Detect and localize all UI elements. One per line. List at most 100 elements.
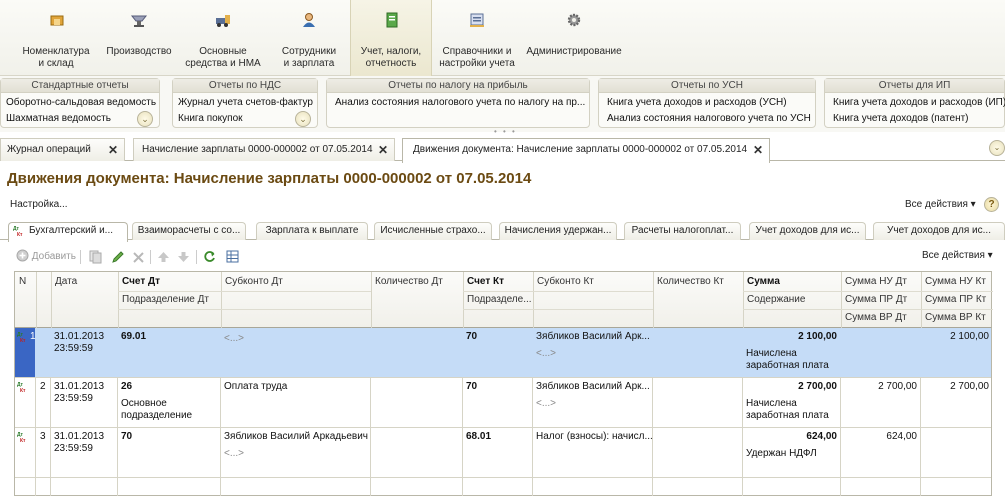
report-link[interactable]: Журнал учета счетов-фактур — [178, 97, 313, 108]
section-employees[interactable]: Сотрудники и зарплата — [275, 0, 343, 76]
header-sum[interactable]: Сумма — [743, 273, 841, 291]
window-tabs: Журнал операций ✕ Начисление зарплаты 00… — [0, 136, 1005, 163]
header-n[interactable]: N — [15, 273, 36, 291]
tab-operations-journal[interactable]: Журнал операций ✕ — [0, 138, 125, 161]
tab-accruals-deductions[interactable]: Начисления удержан... — [499, 222, 617, 240]
tab-income-accounting-1[interactable]: Учет доходов для ис... — [749, 222, 866, 240]
accounting-icon — [386, 12, 398, 28]
move-down-icon[interactable] — [177, 249, 190, 265]
close-icon[interactable]: ✕ — [378, 139, 388, 161]
header-sum-nu-dt[interactable]: Сумма НУ Дт — [841, 273, 921, 291]
row-content: Начислена заработная плата — [746, 398, 829, 421]
header-divider — [533, 291, 653, 292]
header-subdivision-kt[interactable]: Подразделе... — [463, 291, 533, 309]
group-title: Отчеты по УСН — [599, 79, 815, 93]
row-date: 31.01.2013 — [54, 381, 105, 392]
row-sum-nu-dt: 624,00 — [886, 431, 917, 442]
header-subdivision-dt[interactable]: Подразделение Дт — [118, 291, 221, 309]
tab-income-accounting-2[interactable]: Учет доходов для ис... — [873, 222, 1005, 240]
row-subkonto-kt-2: <...> — [536, 398, 557, 409]
copy-icon[interactable] — [89, 249, 102, 265]
report-link[interactable]: Книга учета доходов (патент) — [833, 113, 969, 124]
section-production[interactable]: Производство — [102, 0, 176, 76]
panel-resize-handle[interactable]: • • • — [494, 127, 517, 136]
table-row[interactable]: Дт Кт 3 31.01.2013 23:59:59 70 Зябликов В… — [15, 428, 991, 478]
header-content[interactable]: Содержание — [743, 291, 841, 309]
header-divider — [463, 309, 533, 310]
tab-document-movements[interactable]: Движения документа: Начисление зарплаты … — [402, 138, 770, 163]
row-date: 31.01.2013 — [54, 331, 105, 342]
toolbar-separator — [150, 250, 151, 264]
report-link[interactable]: Оборотно-сальдовая ведомость — [6, 97, 156, 108]
header-sum-pr-dt[interactable]: Сумма ПР Дт — [841, 291, 921, 309]
section-reference[interactable]: Справочники и настройки учета — [436, 0, 518, 76]
register-tabs: Дт Кт Бухгалтерский и... Взаиморасчеты с … — [0, 220, 1005, 242]
tab-settlements[interactable]: Взаиморасчеты с со... — [132, 222, 246, 240]
row-time: 23:59:59 — [54, 443, 93, 454]
delete-icon[interactable] — [132, 249, 145, 265]
svg-text:Кт: Кт — [20, 388, 26, 393]
row-subkonto-kt: Зябликов Василий Арк... — [536, 381, 650, 392]
header-sum-pr-kt[interactable]: Сумма ПР Кт — [921, 291, 993, 309]
employees-icon — [303, 13, 315, 27]
section-administration[interactable]: Администрирование — [525, 0, 623, 76]
header-subkonto-kt[interactable]: Субконто Кт — [533, 273, 653, 291]
help-icon[interactable]: ? — [984, 197, 999, 212]
toolbar-separator — [196, 250, 197, 264]
header-account-dt[interactable]: Счет Дт — [118, 273, 221, 291]
report-link[interactable]: Книга учета доходов и расходов (ИП) — [833, 97, 1005, 108]
header-sum-nu-kt[interactable]: Сумма НУ Кт — [921, 273, 993, 291]
report-link[interactable]: Книга покупок — [178, 113, 243, 124]
tab-salary-payable[interactable]: Зарплата к выплате — [256, 222, 368, 240]
header-account-kt[interactable]: Счет Кт — [463, 273, 533, 291]
row-subkonto-kt-2: <...> — [536, 348, 557, 359]
move-up-icon[interactable] — [157, 249, 170, 265]
table-all-actions-menu[interactable]: Все действия ▾ — [922, 250, 993, 261]
row-account-dt: 70 — [121, 431, 133, 442]
settings-link[interactable]: Настройка... — [10, 199, 68, 210]
header-sum-vr-kt[interactable]: Сумма ВР Кт — [921, 309, 993, 327]
report-link[interactable]: Шахматная ведомость — [6, 113, 111, 124]
tab-taxpayer-settlements[interactable]: Расчеты налогоплат... — [624, 222, 741, 240]
header-sum-vr-dt[interactable]: Сумма ВР Дт — [841, 309, 921, 327]
tabs-scroll-icon[interactable]: ⌄ — [989, 140, 1005, 156]
section-fixed-assets[interactable]: Основные средства и НМА — [183, 0, 263, 76]
group-title: Отчеты по налогу на прибыль — [327, 79, 589, 93]
header-date[interactable]: Дата — [51, 273, 117, 291]
table-row[interactable]: Дт Кт 2 31.01.2013 23:59:59 26 Основное п… — [15, 378, 991, 428]
table-row[interactable]: Дт Кт 1 31.01.2013 23:59:59 69.01 <...> 7… — [15, 328, 991, 378]
row-account-kt: 68.01 — [466, 431, 492, 442]
tab-payroll-document[interactable]: Начисление зарплаты 0000-000002 от 07.05… — [133, 138, 395, 161]
close-icon[interactable]: ✕ — [108, 139, 118, 161]
header-quantity-dt[interactable]: Количество Дт — [371, 273, 463, 291]
header-subkonto-dt[interactable]: Субконто Дт — [221, 273, 371, 291]
grid-settings-icon[interactable] — [226, 249, 240, 265]
refresh-icon[interactable] — [203, 249, 216, 265]
all-actions-menu[interactable]: Все действия ▾ — [905, 199, 976, 210]
report-link[interactable]: Книга учета доходов и расходов (УСН) — [607, 97, 787, 108]
expand-more-icon[interactable]: ⌄ — [295, 111, 311, 127]
close-icon[interactable]: ✕ — [753, 139, 763, 161]
section-label: Сотрудники и зарплата — [281, 46, 337, 69]
row-sum-nu-dt: 2 700,00 — [878, 381, 917, 392]
add-icon — [16, 249, 29, 262]
add-label: Добавить — [31, 251, 76, 262]
tab-accounting-register[interactable]: Дт Кт Бухгалтерский и... — [8, 222, 128, 242]
group-title: Стандартные отчеты — [1, 79, 159, 93]
row-account-kt: 70 — [466, 331, 478, 342]
expand-more-icon[interactable]: ⌄ — [137, 111, 153, 127]
header-quantity-kt[interactable]: Количество Кт — [653, 273, 743, 291]
header-divider — [743, 309, 841, 310]
edit-icon[interactable] — [111, 249, 124, 265]
report-link[interactable]: Анализ состояния налогового учета по УСН — [607, 113, 811, 124]
section-accounting[interactable]: Учет, налоги, отчетность — [350, 0, 432, 76]
tab-insurance-contributions[interactable]: Исчисленные страхо... — [374, 222, 492, 240]
section-label: Основные средства и НМА — [185, 46, 261, 69]
tab-label: Движения документа: Начисление зарплаты … — [413, 144, 748, 155]
section-warehouse[interactable]: Номенклатура и склад — [20, 0, 92, 76]
row-subkonto-dt: Зябликов Василий Аркадьевич — [224, 431, 368, 442]
report-link[interactable]: Анализ состояния налогового учета по нал… — [335, 97, 585, 108]
gear-icon — [567, 13, 581, 27]
add-button[interactable]: Добавить — [16, 249, 76, 265]
row-time: 23:59:59 — [54, 393, 93, 404]
